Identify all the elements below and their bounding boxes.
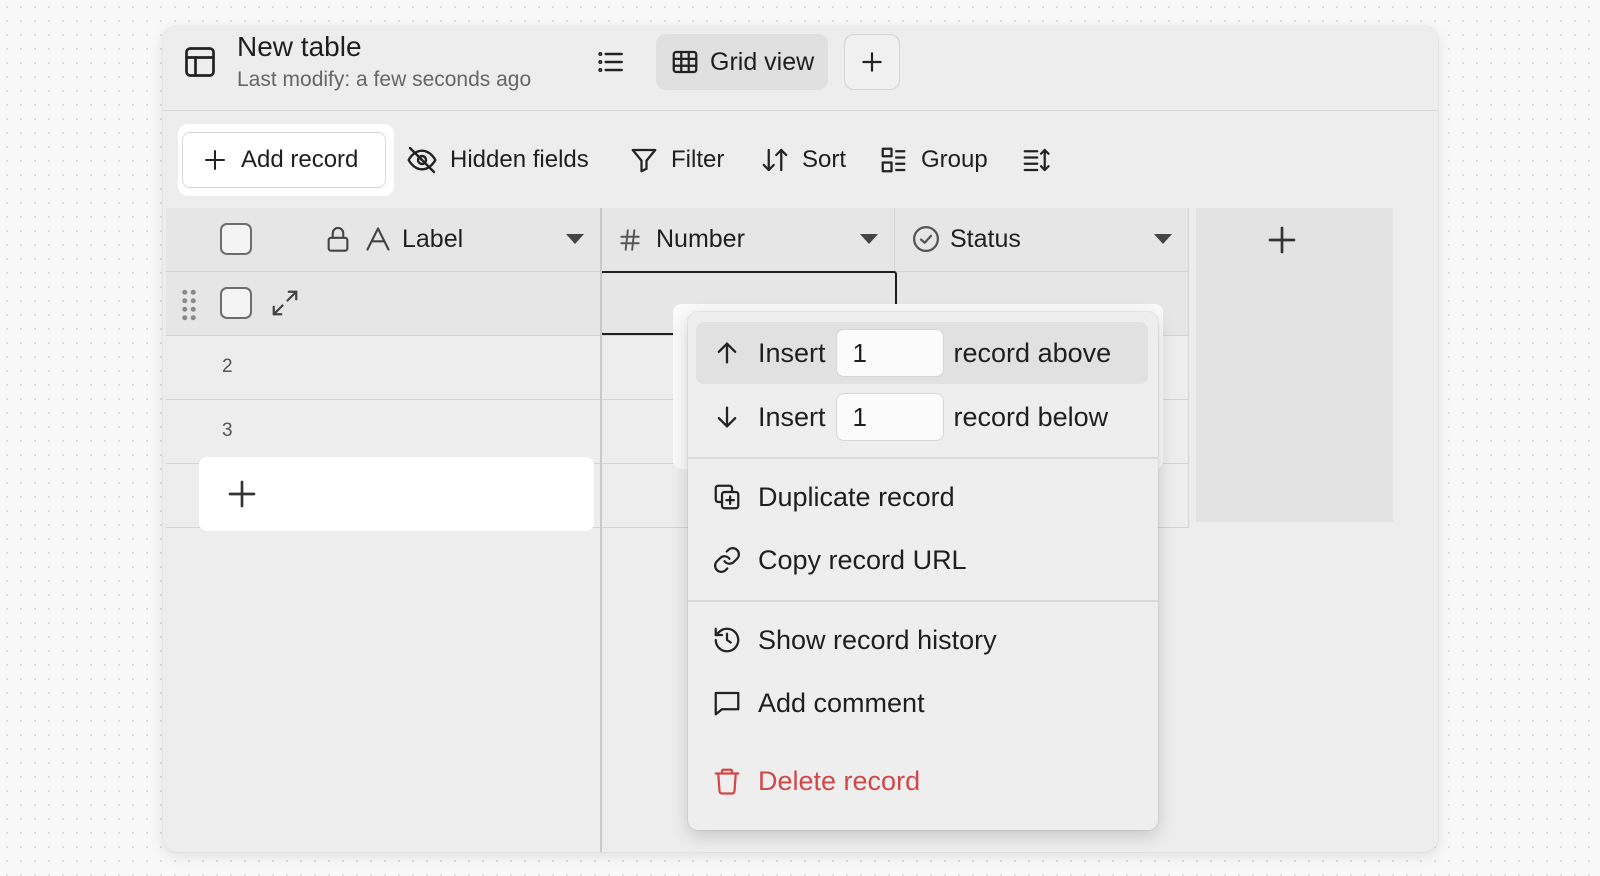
insert-above-suffix: record above — [953, 337, 1112, 368]
group-icon — [879, 145, 909, 175]
page-title: New table — [237, 31, 362, 62]
insert-above-prefix: Insert — [758, 337, 826, 368]
show-record-history-label: Show record history — [758, 624, 997, 655]
column-number-title: Number — [656, 225, 745, 253]
show-record-history-item[interactable]: Show record history — [696, 609, 1148, 671]
column-label-title: Label — [402, 225, 464, 253]
arrow-down-icon — [696, 403, 758, 431]
table-icon — [182, 44, 218, 80]
view-list-button[interactable] — [595, 46, 627, 78]
grid-icon — [670, 47, 700, 77]
menu-divider — [688, 457, 1158, 459]
select-all-checkbox[interactable] — [220, 223, 252, 255]
row-number: 2 — [222, 356, 233, 377]
hash-icon — [617, 225, 643, 255]
check-circle-icon — [911, 224, 941, 254]
group-label: Group — [921, 146, 988, 173]
column-divider — [1188, 208, 1189, 528]
add-comment-label: Add comment — [758, 687, 925, 718]
column-header-status[interactable]: Status — [895, 208, 1189, 272]
tab-grid-view[interactable]: Grid view — [656, 34, 828, 90]
add-row-button[interactable] — [199, 457, 594, 531]
copy-record-url-label: Copy record URL — [758, 544, 967, 575]
column-header-label[interactable]: Label — [166, 208, 601, 272]
column-menu-caret[interactable] — [860, 234, 878, 244]
sort-icon — [760, 145, 790, 175]
add-record-label: Add record — [241, 146, 359, 173]
duplicate-record-item[interactable]: Duplicate record — [696, 466, 1148, 528]
hidden-fields-button[interactable]: Hidden fields — [406, 136, 589, 184]
add-record-button[interactable]: Add record — [182, 132, 386, 188]
insert-below-count-input[interactable]: 1 — [835, 393, 944, 441]
table-header: New table Last modify: a few seconds ago… — [163, 26, 1438, 111]
insert-below-suffix: record below — [953, 401, 1109, 432]
row-height-icon — [1021, 145, 1051, 175]
filter-button[interactable]: Filter — [629, 136, 724, 184]
column-header-number[interactable]: Number — [601, 208, 895, 272]
column-divider — [600, 208, 602, 852]
duplicate-icon — [696, 482, 758, 512]
column-menu-caret[interactable] — [566, 234, 584, 244]
filter-icon — [629, 145, 659, 175]
row-context-menu: Insert 1 record above Insert 1 record be… — [688, 312, 1158, 830]
toolbar: Add record Hidden fields Filter Sort Gro… — [163, 122, 1438, 208]
duplicate-record-label: Duplicate record — [758, 481, 955, 512]
sort-button[interactable]: Sort — [760, 136, 846, 184]
menu-divider — [688, 600, 1158, 602]
copy-record-url-item[interactable]: Copy record URL — [696, 529, 1148, 591]
row-number: 3 — [222, 420, 233, 441]
comment-icon — [696, 688, 758, 718]
row-checkbox[interactable] — [220, 287, 252, 319]
delete-record-item[interactable]: Delete record — [696, 750, 1148, 812]
add-view-button[interactable] — [844, 34, 900, 90]
column-status-title: Status — [950, 225, 1021, 253]
insert-above-item[interactable]: Insert 1 record above — [696, 322, 1148, 384]
expand-icon[interactable] — [270, 288, 300, 318]
hidden-fields-label: Hidden fields — [450, 146, 589, 173]
insert-below-item[interactable]: Insert 1 record below — [696, 386, 1148, 448]
plus-icon — [203, 148, 227, 172]
delete-record-label: Delete record — [758, 765, 921, 796]
arrow-up-icon — [696, 339, 758, 367]
add-column-button[interactable] — [1266, 224, 1298, 256]
add-comment-item[interactable]: Add comment — [696, 672, 1148, 734]
last-modified-text: Last modify: a few seconds ago — [237, 68, 532, 91]
drag-handle-icon[interactable] — [180, 288, 198, 322]
row-height-button[interactable] — [1021, 136, 1051, 184]
sort-label: Sort — [802, 146, 847, 173]
link-icon — [696, 545, 758, 575]
plus-icon — [226, 478, 258, 510]
column-menu-caret[interactable] — [1154, 234, 1172, 244]
add-record-highlight: Add record — [178, 124, 394, 196]
trash-icon — [696, 766, 758, 796]
plus-icon — [859, 49, 885, 75]
filter-label: Filter — [671, 146, 725, 173]
group-button[interactable]: Group — [879, 136, 988, 184]
tab-grid-view-label: Grid view — [710, 47, 815, 76]
history-icon — [696, 625, 758, 655]
text-icon — [364, 224, 392, 254]
insert-below-prefix: Insert — [758, 401, 826, 432]
lock-icon — [324, 224, 352, 254]
plus-icon — [1266, 224, 1298, 256]
insert-above-count-input[interactable]: 1 — [835, 329, 944, 377]
eye-off-icon — [406, 144, 438, 176]
